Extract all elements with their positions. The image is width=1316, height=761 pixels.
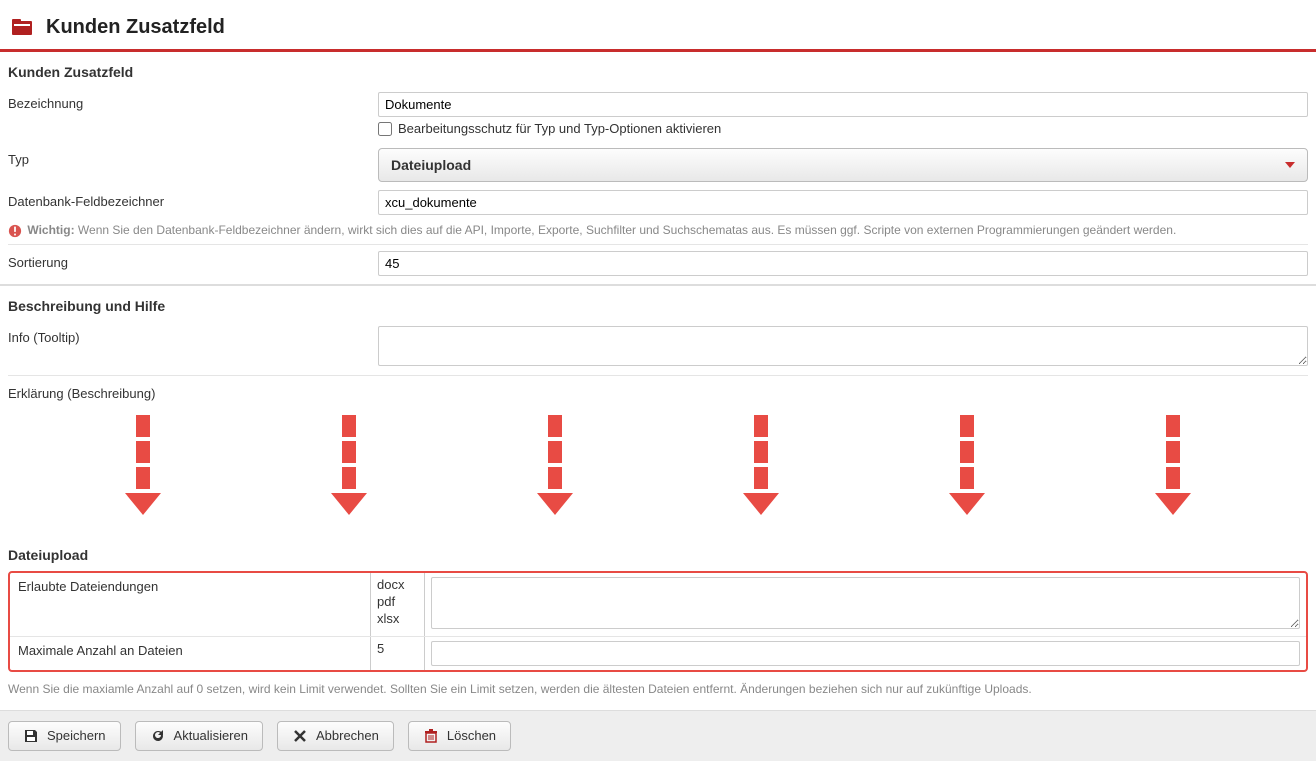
label-info: Info (Tooltip) — [8, 326, 378, 345]
divider — [8, 375, 1308, 376]
warning-db-field: Wichtig: Wenn Sie den Datenbank-Feldbeze… — [0, 219, 1316, 242]
delete-label: Löschen — [447, 728, 496, 743]
input-db-field[interactable] — [378, 190, 1308, 215]
row-sortierung: Sortierung — [0, 247, 1316, 280]
row-typ: Typ Dateiupload — [0, 144, 1316, 186]
highlight-box: Erlaubte Dateiendungen docx pdf xlsx Max… — [8, 571, 1308, 672]
section-title-main: Kunden Zusatzfeld — [0, 52, 1316, 88]
label-erklaerung: Erklärung (Beschreibung) — [8, 382, 378, 401]
page-header: Kunden Zusatzfeld — [0, 0, 1316, 52]
row-bezeichnung: Bezeichnung Bearbeitungsschutz für Typ u… — [0, 88, 1316, 144]
save-button[interactable]: Speichern — [8, 721, 121, 751]
arrow-icon — [537, 415, 573, 515]
cancel-button[interactable]: Abbrechen — [277, 721, 394, 751]
refresh-button[interactable]: Aktualisieren — [135, 721, 263, 751]
row-erklaerung: Erklärung (Beschreibung) — [0, 378, 1316, 405]
value-max-files: 5 — [370, 637, 425, 670]
page-title: Kunden Zusatzfeld — [46, 16, 225, 39]
section-title-upload: Dateiupload — [0, 535, 1316, 571]
input-sortierung[interactable] — [378, 251, 1308, 276]
save-label: Speichern — [47, 728, 106, 743]
button-bar: Speichern Aktualisieren Abbrechen Lösche… — [0, 710, 1316, 761]
cancel-label: Abbrechen — [316, 728, 379, 743]
label-edit-protect: Bearbeitungsschutz für Typ und Typ-Optio… — [398, 121, 721, 136]
value-extensions: docx pdf xlsx — [370, 573, 425, 636]
input-max-files[interactable] — [431, 641, 1300, 666]
label-typ: Typ — [8, 148, 378, 167]
refresh-label: Aktualisieren — [174, 728, 248, 743]
select-typ[interactable]: Dateiupload — [378, 148, 1308, 182]
arrow-icon — [743, 415, 779, 515]
textarea-extensions[interactable] — [431, 577, 1300, 629]
arrow-icon — [1155, 415, 1191, 515]
folder-icon — [10, 15, 34, 39]
label-bezeichnung: Bezeichnung — [8, 92, 378, 111]
row-db-field: Datenbank-Feldbezeichner — [0, 186, 1316, 219]
save-icon — [23, 728, 39, 744]
textarea-info[interactable] — [378, 326, 1308, 366]
arrow-icon — [331, 415, 367, 515]
arrows-annotation — [0, 405, 1316, 535]
warning-prefix: Wichtig: — [27, 223, 74, 237]
label-extensions: Erlaubte Dateiendungen — [10, 573, 370, 636]
delete-button[interactable]: Löschen — [408, 721, 511, 751]
row-info: Info (Tooltip) — [0, 322, 1316, 373]
close-icon — [292, 728, 308, 744]
label-max-files: Maximale Anzahl an Dateien — [10, 637, 370, 670]
section-title-desc: Beschreibung und Hilfe — [0, 286, 1316, 322]
trash-icon — [423, 728, 439, 744]
input-bezeichnung[interactable] — [378, 92, 1308, 117]
warning-icon — [8, 224, 22, 238]
divider — [8, 244, 1308, 245]
label-db-field: Datenbank-Feldbezeichner — [8, 190, 378, 209]
checkbox-edit-protect[interactable] — [378, 122, 392, 136]
warning-text: Wenn Sie den Datenbank-Feldbezeichner än… — [78, 223, 1176, 237]
label-sortierung: Sortierung — [8, 251, 378, 270]
arrow-icon — [125, 415, 161, 515]
upload-note: Wenn Sie die maxiamle Anzahl auf 0 setze… — [0, 676, 1316, 710]
arrow-icon — [949, 415, 985, 515]
refresh-icon — [150, 728, 166, 744]
